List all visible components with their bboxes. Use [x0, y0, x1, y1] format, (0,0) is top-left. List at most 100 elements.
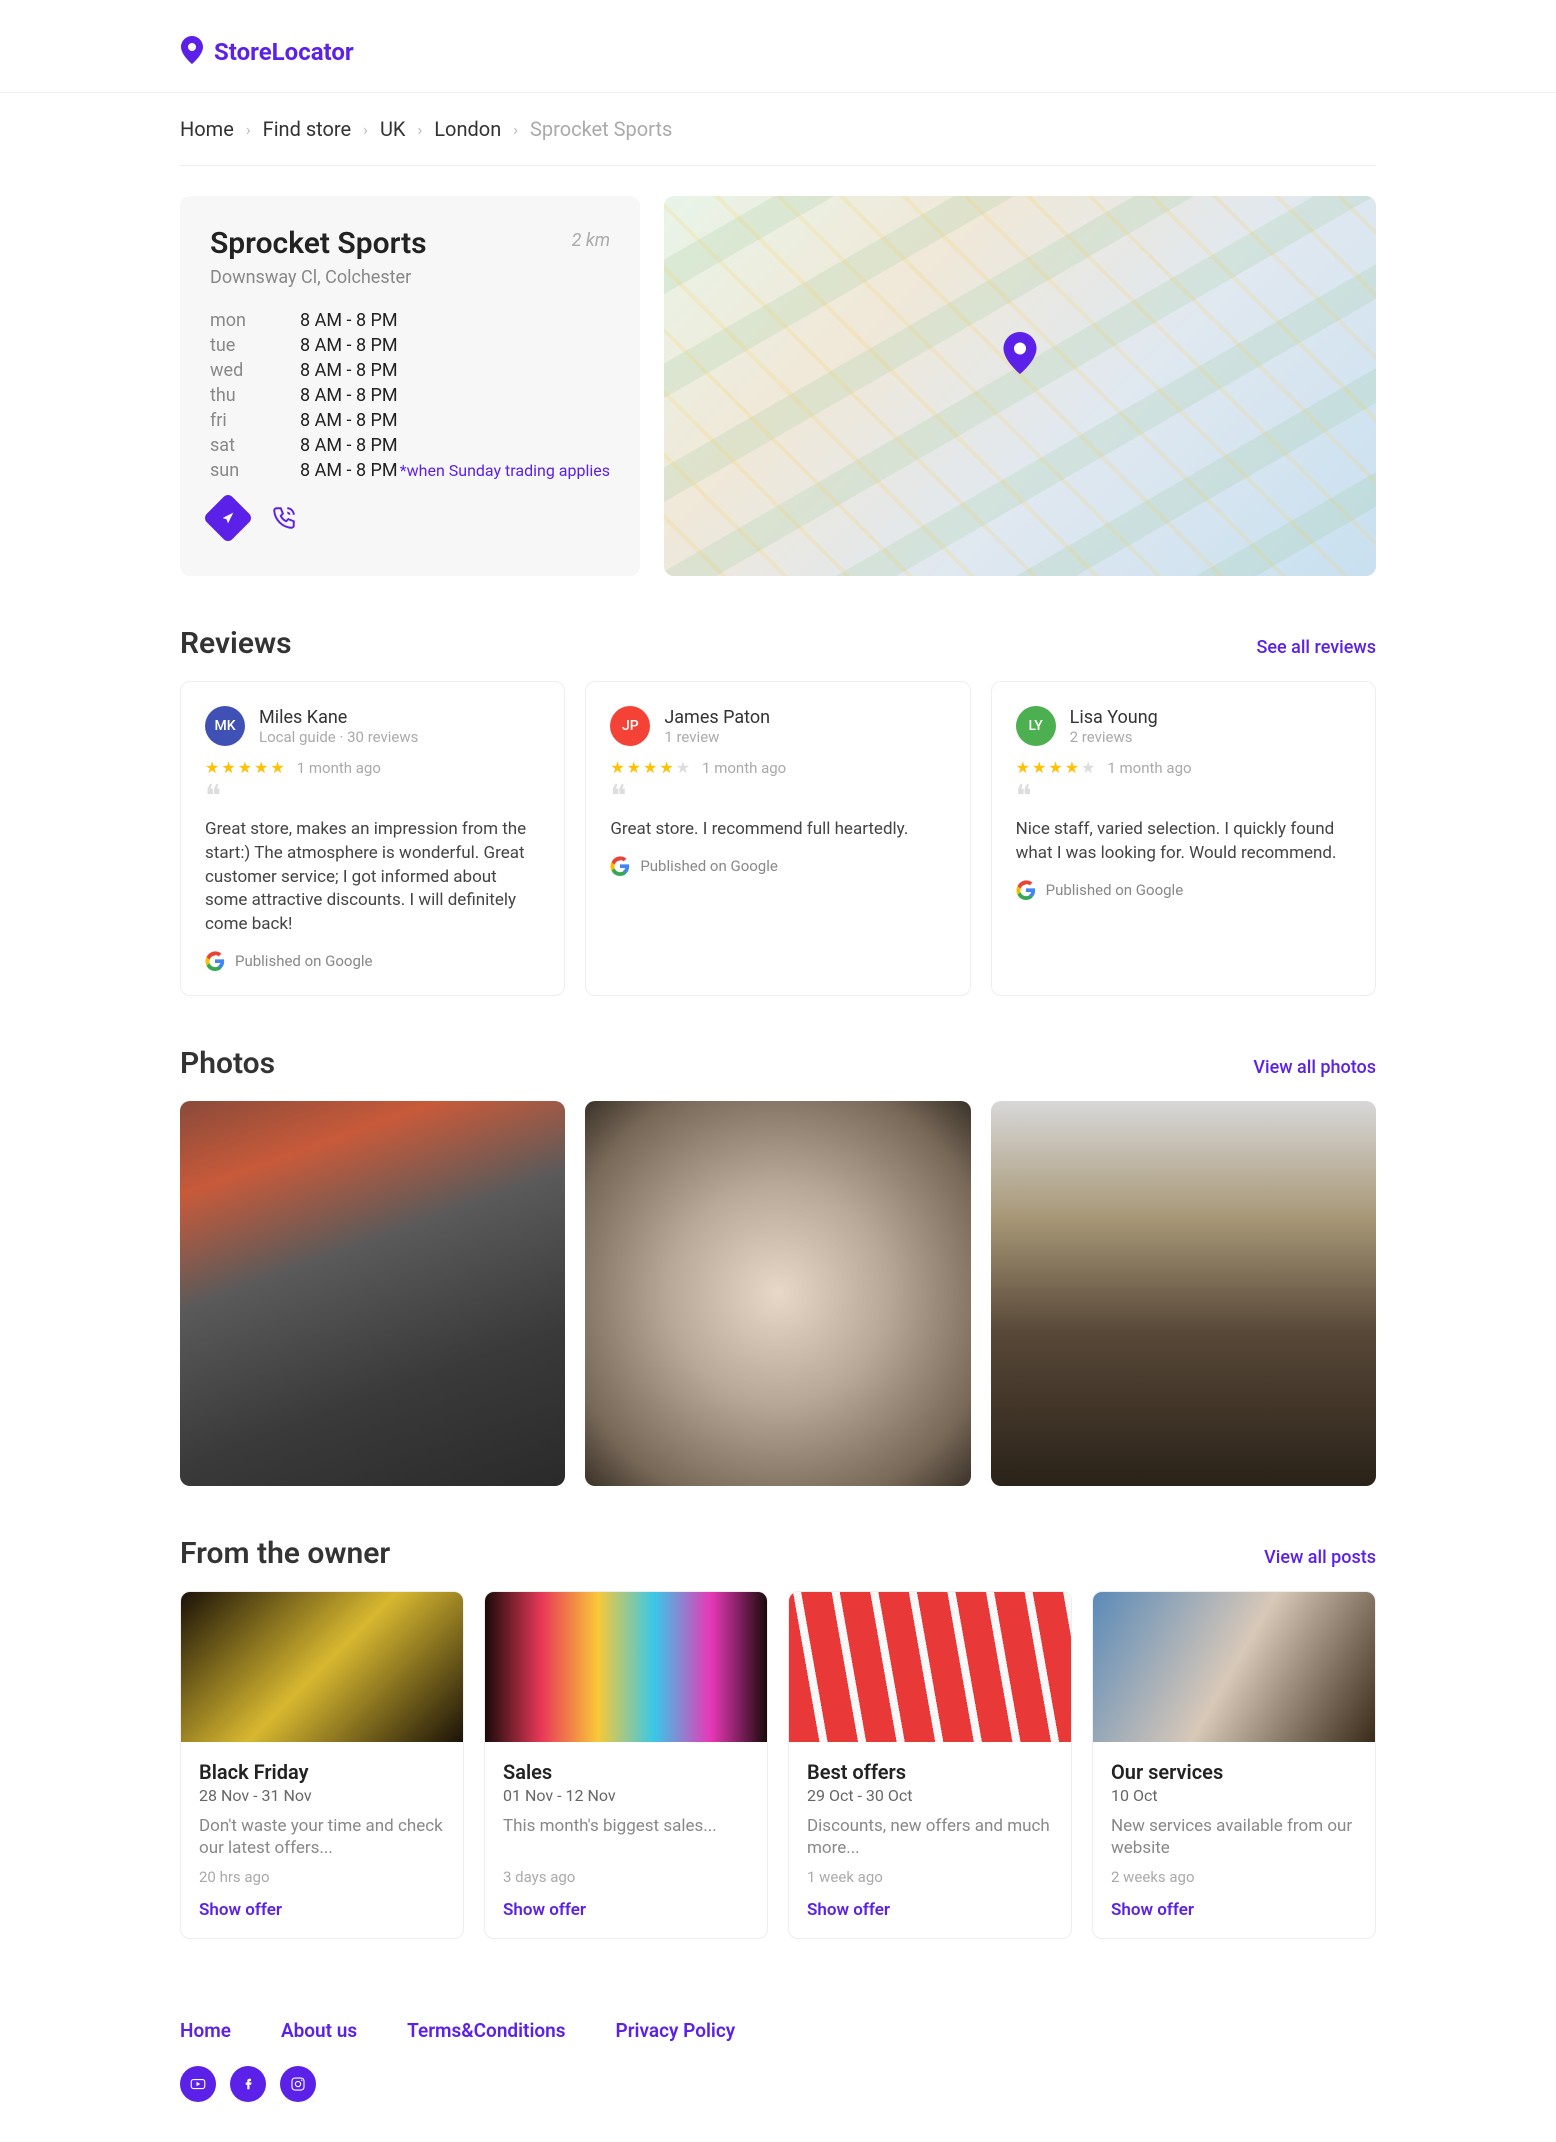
breadcrumb-link[interactable]: London — [434, 117, 501, 141]
post-date: 10 Oct — [1111, 1786, 1357, 1805]
quote-icon: ❝ — [610, 789, 945, 804]
hours-time: 8 AM - 8 PM — [300, 360, 398, 381]
review-rating: ★★★★★1 month ago — [610, 758, 945, 777]
post-date: 29 Oct - 30 Oct — [807, 1786, 1053, 1805]
chevron-right-icon: › — [417, 120, 422, 139]
post-image[interactable] — [485, 1592, 767, 1742]
star-icon: ★ — [643, 758, 657, 777]
quote-icon: ❝ — [205, 789, 540, 804]
reviewer-name: Lisa Young — [1070, 707, 1158, 728]
star-icon: ★ — [659, 758, 673, 777]
hours-time: 8 AM - 8 PM — [300, 335, 398, 356]
review-source: Published on Google — [1016, 880, 1351, 900]
post-description: This month's biggest sales... — [503, 1815, 749, 1859]
hours-row: mon 8 AM - 8 PM — [210, 308, 610, 333]
post-age: 1 week ago — [807, 1868, 1053, 1886]
review-rating: ★★★★★1 month ago — [1016, 758, 1351, 777]
star-icon: ★ — [254, 758, 268, 777]
review-text: Nice staff, varied selection. I quickly … — [1016, 818, 1351, 866]
post-card: Best offers 29 Oct - 30 Oct Discounts, n… — [788, 1591, 1072, 1938]
reviewer-subtitle: 1 review — [664, 728, 770, 746]
store-photo[interactable] — [180, 1101, 565, 1486]
post-description: Don't waste your time and check our late… — [199, 1815, 445, 1859]
review-card: MK Miles Kane Local guide · 30 reviews ★… — [180, 681, 565, 996]
store-map[interactable] — [664, 196, 1376, 576]
breadcrumb-link[interactable]: Find store — [263, 117, 351, 141]
footer-link[interactable]: About us — [281, 2019, 357, 2042]
post-date: 01 Nov - 12 Nov — [503, 1786, 749, 1805]
store-name: Sprocket Sports — [210, 226, 610, 261]
post-card: Black Friday 28 Nov - 31 Nov Don't waste… — [180, 1591, 464, 1938]
star-icon: ★ — [238, 758, 252, 777]
hours-time: 8 AM - 8 PM — [300, 410, 398, 431]
post-image[interactable] — [789, 1592, 1071, 1742]
google-icon — [205, 951, 225, 971]
review-rating: ★★★★★1 month ago — [205, 758, 540, 777]
review-card: LY Lisa Young 2 reviews ★★★★★1 month ago… — [991, 681, 1376, 996]
show-offer-link[interactable]: Show offer — [199, 1900, 445, 1920]
post-age: 3 days ago — [503, 1868, 749, 1886]
star-icon: ★ — [205, 758, 219, 777]
star-icon: ★ — [1065, 758, 1079, 777]
instagram-icon[interactable] — [280, 2066, 316, 2102]
reviewer-name: Miles Kane — [259, 707, 418, 728]
facebook-icon[interactable] — [230, 2066, 266, 2102]
star-icon: ★ — [676, 758, 690, 777]
hours-row: tue 8 AM - 8 PM — [210, 333, 610, 358]
store-photo[interactable] — [991, 1101, 1376, 1486]
hours-row: thu8 AM - 8 PM — [210, 383, 610, 408]
post-title: Best offers — [807, 1760, 1053, 1784]
breadcrumb-link[interactable]: Home — [180, 117, 234, 141]
footer-link[interactable]: Home — [180, 2019, 231, 2042]
show-offer-link[interactable]: Show offer — [1111, 1900, 1357, 1920]
footer: Home About us Terms&Conditions Privacy Poli… — [180, 1999, 1376, 2102]
opening-hours: mon8 AM - 8 PMtue8 AM - 8 PMwed8 AM - 8 … — [210, 308, 610, 483]
youtube-icon[interactable] — [180, 2066, 216, 2102]
hours-day: sun — [210, 460, 260, 481]
show-offer-link[interactable]: Show offer — [503, 1900, 749, 1920]
review-text: Great store, makes an impression from th… — [205, 818, 540, 937]
hours-day: tue — [210, 335, 260, 356]
star-icon: ★ — [1032, 758, 1046, 777]
post-image[interactable] — [1093, 1592, 1375, 1742]
star-icon: ★ — [1016, 758, 1030, 777]
directions-button[interactable] — [203, 493, 254, 544]
hours-note: *when Sunday trading applies — [210, 461, 610, 480]
review-time: 1 month ago — [297, 759, 381, 777]
post-title: Black Friday — [199, 1760, 445, 1784]
view-all-posts-link[interactable]: View all posts — [1264, 1547, 1376, 1568]
post-title: Our services — [1111, 1760, 1357, 1784]
chevron-right-icon: › — [513, 120, 518, 139]
post-age: 20 hrs ago — [199, 1868, 445, 1886]
owner-posts-title: From the owner — [180, 1536, 390, 1571]
post-age: 2 weeks ago — [1111, 1868, 1357, 1886]
hours-day: mon — [210, 310, 260, 331]
store-photo[interactable] — [585, 1101, 970, 1486]
store-info-card: Sprocket Sports 2 km Downsway Cl, Colche… — [180, 196, 640, 576]
hours-row: sat8 AM - 8 PM — [210, 433, 610, 458]
logo-pin-icon — [180, 36, 204, 68]
brand-name[interactable]: StoreLocator — [214, 38, 354, 66]
map-pin-icon — [1002, 332, 1038, 378]
see-all-reviews-link[interactable]: See all reviews — [1256, 637, 1376, 658]
footer-link[interactable]: Privacy Policy — [616, 2019, 736, 2042]
show-offer-link[interactable]: Show offer — [807, 1900, 1053, 1920]
hours-time: 8 AM - 8 PM — [300, 310, 398, 331]
review-time: 1 month ago — [1107, 759, 1191, 777]
google-icon — [610, 856, 630, 876]
breadcrumb-current: Sprocket Sports — [530, 117, 672, 141]
post-title: Sales — [503, 1760, 749, 1784]
star-icon: ★ — [1081, 758, 1095, 777]
call-button[interactable] — [266, 500, 302, 536]
store-distance: 2 km — [572, 230, 610, 251]
reviewer-subtitle: Local guide · 30 reviews — [259, 728, 418, 746]
chevron-right-icon: › — [246, 120, 251, 139]
review-source: Published on Google — [205, 951, 540, 971]
hours-time: 8 AM - 8 PM — [300, 435, 398, 456]
reviewer-name: James Paton — [664, 707, 770, 728]
footer-link[interactable]: Terms&Conditions — [407, 2019, 565, 2042]
post-image[interactable] — [181, 1592, 463, 1742]
post-card: Our services 10 Oct New services availab… — [1092, 1591, 1376, 1938]
breadcrumb-link[interactable]: UK — [380, 117, 406, 141]
view-all-photos-link[interactable]: View all photos — [1253, 1057, 1376, 1078]
